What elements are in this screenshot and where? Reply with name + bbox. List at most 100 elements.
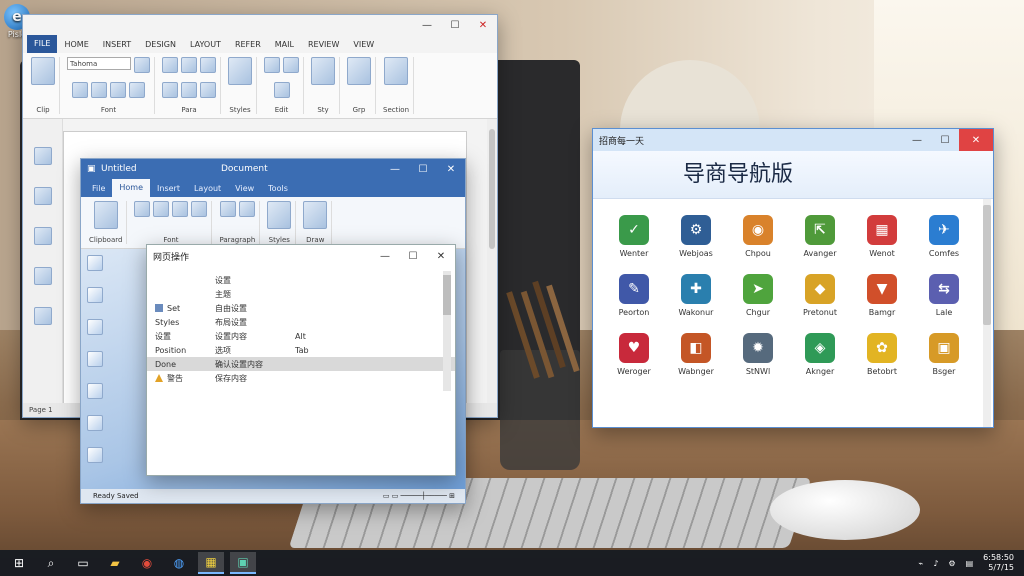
- arrange-icon[interactable]: [347, 57, 371, 85]
- scroll-thumb[interactable]: [443, 275, 451, 315]
- font-name-box[interactable]: Tahoma: [67, 57, 131, 70]
- start-icon[interactable]: ⊞: [6, 552, 32, 574]
- tab-tools[interactable]: Tools: [261, 184, 295, 193]
- list-item[interactable]: Position 选项 Tab: [155, 343, 447, 357]
- section-icon[interactable]: [384, 57, 408, 85]
- scroll-thumb[interactable]: [489, 129, 495, 249]
- list-item-selected[interactable]: Done 确认设置内容: [147, 357, 455, 371]
- layout-icon[interactable]: [87, 415, 103, 431]
- tab-view[interactable]: VIEW: [346, 40, 381, 49]
- tab-file[interactable]: FILE: [27, 35, 58, 53]
- app-tile[interactable]: ⇱ Avanger: [789, 215, 851, 258]
- zoom-slider[interactable]: ▭ ▭ ─────┼───── ⊞: [383, 489, 455, 503]
- list-item[interactable]: 设置 设置内容 Alt: [155, 329, 447, 343]
- crop-icon[interactable]: [87, 255, 103, 271]
- search-icon[interactable]: ⌕: [38, 552, 64, 574]
- app-tile[interactable]: ➤ Chgur: [727, 274, 789, 317]
- nav-window[interactable]: 招商每一天 — ☐ ✕ 导商导航版 ✓ Wenter ⚙ Webjoas ◉ Chpou ⇱…: [592, 128, 994, 428]
- folder-icon[interactable]: ▰: [102, 552, 128, 574]
- align-left-icon[interactable]: [162, 81, 178, 98]
- copy-icon[interactable]: [33, 147, 52, 165]
- paste-icon[interactable]: [93, 201, 118, 229]
- app-tile[interactable]: ◈ Aknger: [789, 333, 851, 376]
- minimize-button[interactable]: —: [903, 130, 931, 150]
- list-item[interactable]: 设置: [155, 273, 447, 287]
- tablet-icon[interactable]: ▭: [70, 552, 96, 574]
- app-tile[interactable]: ▦ Wenot: [851, 215, 913, 258]
- format-icon[interactable]: [311, 57, 335, 85]
- clock[interactable]: 6:58:50 5/7/15: [983, 553, 1014, 573]
- text-icon[interactable]: [87, 383, 103, 399]
- app-tile[interactable]: ▼ Bamgr: [851, 274, 913, 317]
- app-tile[interactable]: ◉ Chpou: [727, 215, 789, 258]
- draw-icon[interactable]: [303, 201, 328, 229]
- brush-icon[interactable]: [87, 351, 103, 367]
- styles-icon[interactable]: [228, 57, 252, 85]
- pen-icon[interactable]: [87, 287, 103, 303]
- styles-icon[interactable]: [267, 201, 292, 229]
- nav-scrollbar[interactable]: [983, 199, 991, 427]
- app-tile[interactable]: ◧ Wabnger: [665, 333, 727, 376]
- scroll-thumb[interactable]: [983, 205, 991, 325]
- app-icon[interactable]: ▣: [230, 552, 256, 574]
- app-tile[interactable]: ◆ Pretonut: [789, 274, 851, 317]
- bullets-icon[interactable]: [219, 201, 236, 217]
- close-button[interactable]: ✕: [437, 159, 465, 179]
- tab-design[interactable]: DESIGN: [138, 40, 183, 49]
- tab-insert[interactable]: Insert: [150, 184, 187, 193]
- dialog-scrollbar[interactable]: [443, 271, 451, 391]
- app-tile[interactable]: ♥ Weroger: [603, 333, 665, 376]
- close-button[interactable]: ✕: [469, 15, 497, 35]
- tab-home[interactable]: Home: [112, 179, 151, 197]
- tab-mailings[interactable]: MAIL: [268, 40, 301, 49]
- grid-icon[interactable]: [33, 267, 52, 285]
- maximize-button[interactable]: ☐: [931, 130, 959, 150]
- minimize-button[interactable]: —: [381, 159, 409, 179]
- app-tile[interactable]: ✎ Peorton: [603, 274, 665, 317]
- underline-icon[interactable]: [172, 201, 189, 217]
- maximize-button[interactable]: ☐: [409, 159, 437, 179]
- app-tile[interactable]: ▣ Bsger: [913, 333, 975, 376]
- settings-dialog[interactable]: 网页操作 — ☐ ✕ 设置 主题 Set 自由设置 Styles 布局设置 设置 设置…: [146, 244, 456, 476]
- tab-layout[interactable]: Layout: [187, 184, 228, 193]
- app-tile[interactable]: ✈ Comfes: [913, 215, 975, 258]
- app-tile[interactable]: ⇆ Lale: [913, 274, 975, 317]
- app-tile[interactable]: ✹ StNWl: [727, 333, 789, 376]
- tab-home[interactable]: HOME: [57, 40, 95, 49]
- underline-icon[interactable]: [110, 81, 126, 98]
- list-item[interactable]: Styles 布局设置: [155, 315, 447, 329]
- check-icon[interactable]: [87, 319, 103, 335]
- bold-icon[interactable]: [72, 81, 88, 98]
- vertical-scrollbar[interactable]: [487, 119, 497, 405]
- tab-file[interactable]: File: [85, 184, 112, 193]
- notification-icon[interactable]: ▤: [966, 559, 974, 568]
- chrome-icon[interactable]: ◉: [134, 552, 160, 574]
- numbering-icon[interactable]: [181, 57, 197, 73]
- close-button[interactable]: ✕: [959, 129, 993, 151]
- folder-icon[interactable]: [33, 307, 52, 325]
- app-grid-icon[interactable]: ▦: [198, 552, 224, 574]
- app-tile[interactable]: ✓ Wenter: [603, 215, 665, 258]
- volume-icon[interactable]: ♪: [933, 559, 938, 568]
- tab-layout[interactable]: LAYOUT: [183, 40, 228, 49]
- app-tile[interactable]: ✿ Betobrt: [851, 333, 913, 376]
- bold-icon[interactable]: [134, 201, 151, 217]
- ie-icon[interactable]: ◍: [166, 552, 192, 574]
- network-icon[interactable]: ⌁: [918, 559, 923, 568]
- highlight-icon[interactable]: [129, 81, 145, 98]
- tab-references[interactable]: REFER: [228, 40, 268, 49]
- minimize-button[interactable]: —: [371, 246, 399, 266]
- maximize-button[interactable]: ☐: [441, 15, 469, 35]
- maximize-button[interactable]: ☐: [399, 246, 427, 266]
- shape-icon[interactable]: [87, 447, 103, 463]
- font-color-icon[interactable]: [200, 81, 216, 98]
- align-center-icon[interactable]: [181, 81, 197, 98]
- italic-icon[interactable]: [153, 201, 170, 217]
- replace-icon[interactable]: [283, 57, 299, 73]
- settings-icon[interactable]: ⚙: [948, 559, 955, 568]
- app-tile[interactable]: ⚙ Webjoas: [665, 215, 727, 258]
- select-icon[interactable]: [273, 81, 290, 98]
- layers-icon[interactable]: [33, 227, 52, 245]
- font-size-icon[interactable]: [134, 57, 150, 73]
- italic-icon[interactable]: [91, 81, 107, 98]
